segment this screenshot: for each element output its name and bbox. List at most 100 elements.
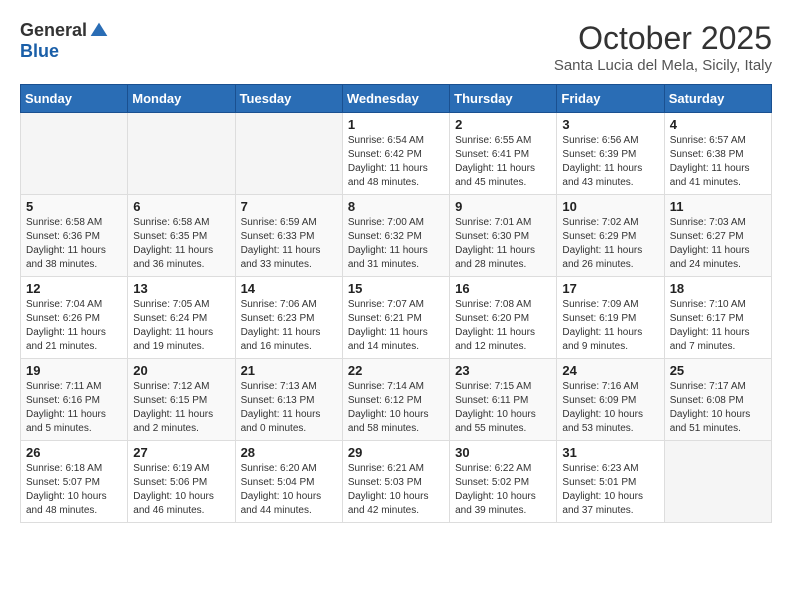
day-number: 20: [133, 363, 229, 378]
calendar-cell: [235, 113, 342, 195]
calendar-cell: 26 Sunrise: 6:18 AM Sunset: 5:07 PM Dayli…: [21, 441, 128, 523]
day-info: Sunrise: 7:03 AM Sunset: 6:27 PM Dayligh…: [670, 216, 766, 272]
day-info: Sunrise: 6:23 AM Sunset: 5:01 PM Dayligh…: [562, 462, 658, 518]
day-number: 29: [348, 445, 444, 460]
day-header-thursday: Thursday: [450, 85, 557, 113]
calendar-cell: 16 Sunrise: 7:08 AM Sunset: 6:20 PM Dayli…: [450, 277, 557, 359]
calendar-cell: 10 Sunrise: 7:02 AM Sunset: 6:29 PM Dayli…: [557, 195, 664, 277]
day-info: Sunrise: 7:10 AM Sunset: 6:17 PM Dayligh…: [670, 298, 766, 354]
day-number: 13: [133, 281, 229, 296]
day-number: 19: [26, 363, 122, 378]
day-info: Sunrise: 7:08 AM Sunset: 6:20 PM Dayligh…: [455, 298, 551, 354]
day-number: 23: [455, 363, 551, 378]
day-header-saturday: Saturday: [664, 85, 771, 113]
day-info: Sunrise: 7:05 AM Sunset: 6:24 PM Dayligh…: [133, 298, 229, 354]
day-number: 17: [562, 281, 658, 296]
day-info: Sunrise: 7:01 AM Sunset: 6:30 PM Dayligh…: [455, 216, 551, 272]
calendar-cell: 14 Sunrise: 7:06 AM Sunset: 6:23 PM Dayli…: [235, 277, 342, 359]
day-number: 4: [670, 117, 766, 132]
calendar-cell: 24Sunrise: 7:16 AM Sunset: 6:09 PM Dayli…: [557, 359, 664, 441]
day-number: 11: [670, 199, 766, 214]
month-title: October 2025: [554, 20, 772, 57]
day-number: 30: [455, 445, 551, 460]
calendar-cell: 19Sunrise: 7:11 AM Sunset: 6:16 PM Dayli…: [21, 359, 128, 441]
logo-icon: [89, 21, 109, 41]
day-info: Sunrise: 7:02 AM Sunset: 6:29 PM Dayligh…: [562, 216, 658, 272]
day-header-monday: Monday: [128, 85, 235, 113]
calendar-cell: 29 Sunrise: 6:21 AM Sunset: 5:03 PM Dayli…: [342, 441, 449, 523]
day-number: 5: [26, 199, 122, 214]
calendar-cell: 7 Sunrise: 6:59 AM Sunset: 6:33 PM Daylig…: [235, 195, 342, 277]
calendar-cell: 17 Sunrise: 7:09 AM Sunset: 6:19 PM Dayli…: [557, 277, 664, 359]
day-number: 15: [348, 281, 444, 296]
day-number: 16: [455, 281, 551, 296]
day-info: Sunrise: 6:58 AM Sunset: 6:36 PM Dayligh…: [26, 216, 122, 272]
page-header: General Blue October 2025 Santa Lucia de…: [20, 20, 772, 74]
day-number: 14: [241, 281, 337, 296]
day-info: Sunrise: 7:06 AM Sunset: 6:23 PM Dayligh…: [241, 298, 337, 354]
day-info: Sunrise: 7:09 AM Sunset: 6:19 PM Dayligh…: [562, 298, 658, 354]
calendar-cell: 13 Sunrise: 7:05 AM Sunset: 6:24 PM Dayli…: [128, 277, 235, 359]
day-number: 2: [455, 117, 551, 132]
day-header-wednesday: Wednesday: [342, 85, 449, 113]
calendar-cell: 18 Sunrise: 7:10 AM Sunset: 6:17 PM Dayli…: [664, 277, 771, 359]
calendar-cell: 28 Sunrise: 6:20 AM Sunset: 5:04 PM Dayli…: [235, 441, 342, 523]
calendar-cell: 9 Sunrise: 7:01 AM Sunset: 6:30 PM Daylig…: [450, 195, 557, 277]
calendar-cell: 8Sunrise: 7:00 AM Sunset: 6:32 PM Daylig…: [342, 195, 449, 277]
calendar-week-row: 5 Sunrise: 6:58 AM Sunset: 6:36 PM Daylig…: [21, 195, 772, 277]
day-info: Sunrise: 6:18 AM Sunset: 5:07 PM Dayligh…: [26, 462, 122, 518]
calendar-cell: 21 Sunrise: 7:13 AM Sunset: 6:13 PM Dayli…: [235, 359, 342, 441]
calendar-cell: [128, 113, 235, 195]
day-info: Sunrise: 7:15 AM Sunset: 6:11 PM Dayligh…: [455, 380, 551, 436]
logo-general-text: General: [20, 20, 87, 41]
calendar-cell: [664, 441, 771, 523]
logo-blue-text: Blue: [20, 41, 59, 62]
calendar-cell: 4Sunrise: 6:57 AM Sunset: 6:38 PM Daylig…: [664, 113, 771, 195]
day-info: Sunrise: 7:17 AM Sunset: 6:08 PM Dayligh…: [670, 380, 766, 436]
calendar-cell: 6Sunrise: 6:58 AM Sunset: 6:35 PM Daylig…: [128, 195, 235, 277]
calendar-cell: 11 Sunrise: 7:03 AM Sunset: 6:27 PM Dayli…: [664, 195, 771, 277]
day-info: Sunrise: 6:59 AM Sunset: 6:33 PM Dayligh…: [241, 216, 337, 272]
day-info: Sunrise: 6:56 AM Sunset: 6:39 PM Dayligh…: [562, 134, 658, 190]
day-number: 24: [562, 363, 658, 378]
location-subtitle: Santa Lucia del Mela, Sicily, Italy: [554, 57, 772, 74]
day-number: 10: [562, 199, 658, 214]
day-info: Sunrise: 7:14 AM Sunset: 6:12 PM Dayligh…: [348, 380, 444, 436]
day-number: 9: [455, 199, 551, 214]
day-number: 31: [562, 445, 658, 460]
day-info: Sunrise: 6:58 AM Sunset: 6:35 PM Dayligh…: [133, 216, 229, 272]
title-section: October 2025 Santa Lucia del Mela, Sicil…: [554, 20, 772, 74]
day-number: 12: [26, 281, 122, 296]
day-info: Sunrise: 6:21 AM Sunset: 5:03 PM Dayligh…: [348, 462, 444, 518]
day-info: Sunrise: 7:07 AM Sunset: 6:21 PM Dayligh…: [348, 298, 444, 354]
day-info: Sunrise: 6:20 AM Sunset: 5:04 PM Dayligh…: [241, 462, 337, 518]
day-number: 8: [348, 199, 444, 214]
day-number: 7: [241, 199, 337, 214]
calendar-cell: 22Sunrise: 7:14 AM Sunset: 6:12 PM Dayli…: [342, 359, 449, 441]
day-info: Sunrise: 6:55 AM Sunset: 6:41 PM Dayligh…: [455, 134, 551, 190]
day-number: 25: [670, 363, 766, 378]
calendar-cell: [21, 113, 128, 195]
calendar-cell: 31 Sunrise: 6:23 AM Sunset: 5:01 PM Dayli…: [557, 441, 664, 523]
day-info: Sunrise: 7:12 AM Sunset: 6:15 PM Dayligh…: [133, 380, 229, 436]
calendar-cell: 3 Sunrise: 6:56 AM Sunset: 6:39 PM Daylig…: [557, 113, 664, 195]
calendar-week-row: 1Sunrise: 6:54 AM Sunset: 6:42 PM Daylig…: [21, 113, 772, 195]
day-info: Sunrise: 7:13 AM Sunset: 6:13 PM Dayligh…: [241, 380, 337, 436]
calendar-cell: 27Sunrise: 6:19 AM Sunset: 5:06 PM Dayli…: [128, 441, 235, 523]
calendar-cell: 23 Sunrise: 7:15 AM Sunset: 6:11 PM Dayli…: [450, 359, 557, 441]
calendar-week-row: 26 Sunrise: 6:18 AM Sunset: 5:07 PM Dayli…: [21, 441, 772, 523]
day-number: 21: [241, 363, 337, 378]
day-info: Sunrise: 6:54 AM Sunset: 6:42 PM Dayligh…: [348, 134, 444, 190]
day-number: 18: [670, 281, 766, 296]
day-number: 27: [133, 445, 229, 460]
calendar-cell: 20 Sunrise: 7:12 AM Sunset: 6:15 PM Dayli…: [128, 359, 235, 441]
day-header-sunday: Sunday: [21, 85, 128, 113]
calendar-week-row: 19Sunrise: 7:11 AM Sunset: 6:16 PM Dayli…: [21, 359, 772, 441]
day-number: 28: [241, 445, 337, 460]
calendar-cell: 15 Sunrise: 7:07 AM Sunset: 6:21 PM Dayli…: [342, 277, 449, 359]
day-number: 26: [26, 445, 122, 460]
day-info: Sunrise: 6:22 AM Sunset: 5:02 PM Dayligh…: [455, 462, 551, 518]
calendar-week-row: 12Sunrise: 7:04 AM Sunset: 6:26 PM Dayli…: [21, 277, 772, 359]
logo: General Blue: [20, 20, 109, 62]
day-number: 3: [562, 117, 658, 132]
